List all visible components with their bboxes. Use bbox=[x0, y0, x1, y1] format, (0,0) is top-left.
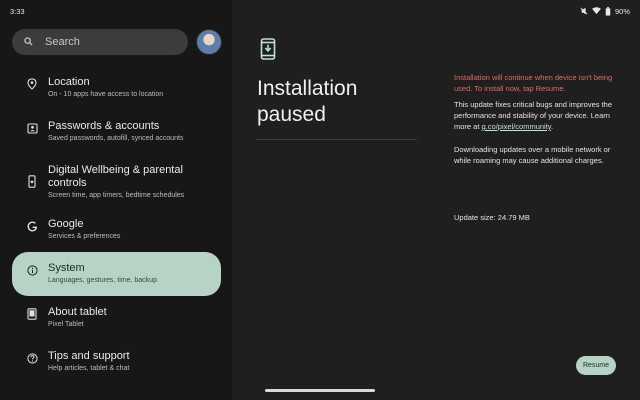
search-icon bbox=[24, 33, 33, 51]
resume-button[interactable]: Resume bbox=[576, 356, 616, 375]
sidebar-item-subtitle: Services & preferences bbox=[48, 233, 121, 240]
sidebar-item-subtitle: Pixel Tablet bbox=[48, 321, 84, 328]
account-box-icon bbox=[24, 120, 40, 136]
sidebar-item-google[interactable]: Google Services & preferences bbox=[12, 218, 221, 242]
wifi-icon bbox=[592, 7, 601, 15]
mute-icon bbox=[580, 7, 588, 15]
sidebar-item-subtitle: Help articles, tablet & chat bbox=[48, 365, 130, 372]
sidebar-item-about-tablet[interactable]: About tablet Pixel Tablet bbox=[12, 306, 221, 330]
search-input[interactable]: Search bbox=[45, 36, 80, 48]
settings-sidebar: Search Location On - 10 apps have access… bbox=[0, 0, 232, 400]
install-warning: Installation will continue when device i… bbox=[454, 73, 613, 93]
battery-icon bbox=[605, 6, 611, 16]
status-bar: 3:33 90% bbox=[0, 0, 640, 22]
sidebar-item-subtitle: Screen time, app timers, bedtime schedul… bbox=[48, 192, 185, 199]
sidebar-item-title: Location bbox=[48, 76, 90, 88]
description-suffix: . bbox=[551, 122, 554, 131]
sidebar-item-digital-wellbeing[interactable]: Digital Wellbeing & parental controls Sc… bbox=[12, 164, 221, 201]
sidebar-item-subtitle: Saved passwords, autofill, synced accoun… bbox=[48, 135, 184, 142]
help-icon bbox=[24, 350, 40, 366]
sidebar-item-title: About tablet bbox=[48, 306, 107, 318]
divider bbox=[256, 139, 417, 140]
sidebar-item-title: Google bbox=[48, 218, 84, 230]
update-details: Installation will continue when device i… bbox=[454, 73, 622, 166]
tablet-icon bbox=[24, 306, 40, 322]
status-icons: 90% bbox=[580, 6, 630, 16]
sidebar-item-subtitle: On - 10 apps have access to location bbox=[48, 91, 164, 98]
update-size: Update size: 24.79 MB bbox=[454, 213, 530, 222]
update-description: This update fixes critical bugs and impr… bbox=[454, 99, 622, 132]
system-update-icon bbox=[260, 38, 276, 65]
sidebar-item-title: System bbox=[48, 262, 85, 274]
google-icon bbox=[24, 218, 40, 234]
sidebar-item-title: Passwords & accounts bbox=[48, 120, 160, 132]
search-bar[interactable]: Search bbox=[12, 29, 188, 55]
status-time: 3:33 bbox=[10, 6, 25, 16]
sidebar-item-tips-support[interactable]: Tips and support Help articles, tablet &… bbox=[12, 350, 221, 374]
mobile-network-note: Downloading updates over a mobile networ… bbox=[454, 145, 611, 165]
system-update-pane: Installation paused Installation will co… bbox=[232, 0, 640, 400]
info-icon bbox=[24, 262, 40, 278]
community-link[interactable]: g.co/pixel/community bbox=[482, 122, 551, 131]
sidebar-item-title: Tips and support bbox=[48, 350, 130, 362]
battery-percent: 90% bbox=[614, 6, 630, 16]
page-title: Installation paused bbox=[257, 77, 358, 126]
search-row: Search bbox=[12, 29, 222, 55]
sidebar-item-title: Digital Wellbeing & parental controls bbox=[48, 164, 183, 189]
sidebar-item-subtitle: Languages, gestures, time, backup bbox=[48, 277, 157, 284]
location-pin-icon bbox=[24, 76, 40, 92]
sidebar-item-passwords-accounts[interactable]: Passwords & accounts Saved passwords, au… bbox=[12, 120, 221, 144]
avatar[interactable] bbox=[196, 29, 222, 55]
navigation-handle[interactable] bbox=[265, 389, 375, 392]
sidebar-item-location[interactable]: Location On - 10 apps have access to loc… bbox=[12, 76, 221, 100]
wellbeing-icon bbox=[24, 173, 40, 189]
sidebar-item-system[interactable]: System Languages, gestures, time, backup bbox=[12, 252, 221, 296]
